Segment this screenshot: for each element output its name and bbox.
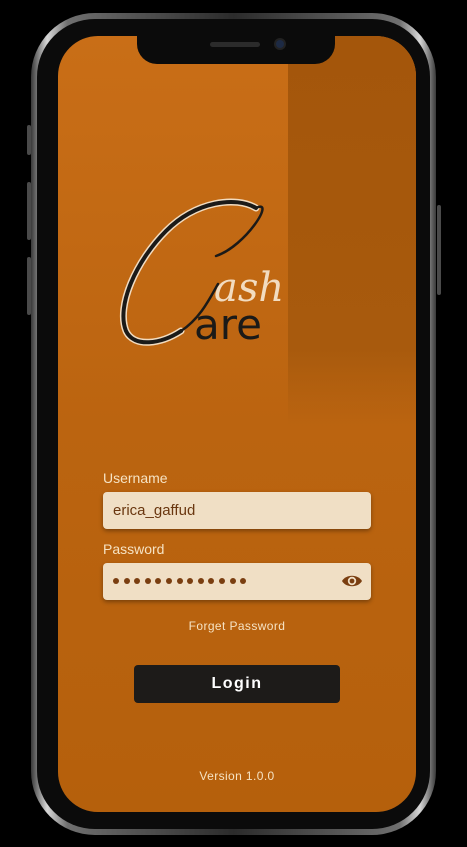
- password-dot: [208, 578, 215, 584]
- password-dot: [134, 578, 141, 584]
- password-dot: [218, 578, 225, 584]
- username-field[interactable]: [103, 492, 371, 529]
- password-dot: [187, 578, 194, 584]
- username-label: Username: [103, 470, 168, 486]
- volume-down-button: [27, 257, 31, 315]
- app-screen: ash are Username Password Forget Passwor…: [58, 36, 416, 812]
- password-dot: [144, 578, 151, 584]
- username-input[interactable]: [113, 492, 333, 529]
- password-dot: [123, 578, 130, 584]
- phone-notch: [137, 34, 335, 64]
- password-dot: [176, 578, 183, 584]
- logo-word-text: are: [194, 300, 262, 349]
- password-dot: [240, 578, 247, 584]
- password-dot: [113, 578, 119, 584]
- password-label: Password: [103, 541, 165, 557]
- password-mask[interactable]: [113, 574, 247, 588]
- cash-care-logo: ash are: [106, 196, 306, 351]
- password-dot: [165, 578, 172, 584]
- volume-up-button: [27, 182, 31, 240]
- background-shade: [288, 36, 416, 426]
- forgot-password-link[interactable]: Forget Password: [58, 619, 416, 633]
- login-button[interactable]: Login: [134, 665, 340, 703]
- mute-switch: [27, 125, 31, 155]
- password-dot: [155, 578, 162, 584]
- version-text: Version 1.0.0: [199, 769, 275, 783]
- earpiece-speaker: [210, 42, 260, 47]
- front-camera: [276, 40, 284, 48]
- password-dot: [197, 578, 204, 584]
- eye-icon[interactable]: [341, 572, 363, 590]
- password-dot: [229, 578, 236, 584]
- power-button: [437, 205, 441, 295]
- password-field[interactable]: [103, 563, 371, 600]
